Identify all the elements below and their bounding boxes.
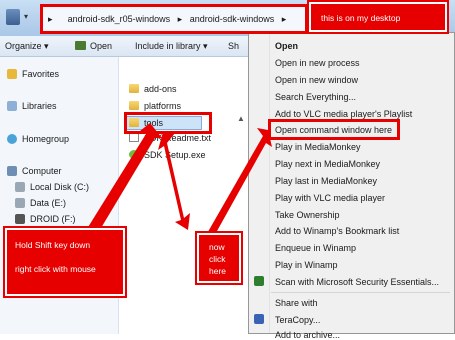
context-menu: Open Open in new process Open in new win… [248, 32, 455, 340]
folder-icon [129, 84, 139, 93]
drive-icon [15, 198, 25, 208]
tools-highlight-box [124, 112, 212, 134]
shift-instruction-note: Hold Shift key down right click with mou… [5, 228, 125, 296]
sidebar-item-local-disk[interactable]: Local Disk (C:) [15, 182, 89, 192]
menu-item-open[interactable]: Open [275, 41, 298, 51]
list-item[interactable]: SDK Setup.exe [129, 150, 206, 160]
drive-icon [15, 214, 25, 224]
menu-item-vlc-playlist[interactable]: Add to VLC media player's Playlist [275, 109, 412, 119]
folder-icon [129, 101, 139, 110]
recent-pages-chevron-icon[interactable]: ▾ [24, 12, 28, 21]
sidebar-item-favorites[interactable]: Favorites [7, 69, 59, 79]
open-button[interactable]: Open [90, 41, 112, 51]
menu-item-open-new-process[interactable]: Open in new process [275, 58, 360, 68]
address-highlight-box [40, 4, 308, 34]
menu-item-enqueue-winamp[interactable]: Enqueue in Winamp [275, 243, 356, 253]
click-here-note: now click here [197, 233, 241, 283]
menu-item-search-everything[interactable]: Search Everything... [275, 92, 356, 102]
menu-item-play-vlc[interactable]: Play with VLC media player [275, 193, 385, 203]
menu-item-open-new-window[interactable]: Open in new window [275, 75, 358, 85]
menu-item-play-mediamonkey[interactable]: Play in MediaMonkey [275, 142, 361, 152]
sidebar-item-homegroup[interactable]: Homegroup [7, 134, 69, 144]
sidebar-item-droid-drive[interactable]: DROID (F:) [15, 214, 76, 224]
menu-item-play-next-mediamonkey[interactable]: Play next in MediaMonkey [275, 159, 380, 169]
android-exe-icon [129, 150, 139, 159]
menu-separator [271, 292, 450, 293]
sidebar-item-libraries[interactable]: Libraries [7, 101, 57, 111]
menu-item-add-to-archive[interactable]: Add to archive... [275, 330, 340, 340]
text-file-icon [129, 133, 139, 142]
include-in-library-button[interactable]: Include in library ▾ [135, 41, 208, 52]
menu-item-teracopy[interactable]: TeraCopy... [275, 315, 320, 325]
teracopy-icon [254, 314, 264, 324]
command-window-highlight-box [268, 119, 400, 140]
scroll-up-icon[interactable]: ▲ [237, 114, 245, 123]
library-icon [7, 101, 17, 111]
back-icon[interactable] [6, 9, 20, 25]
list-item[interactable]: SDK Readme.txt [129, 133, 211, 143]
desktop-note: this is on my desktop [309, 2, 447, 32]
drive-icon [15, 182, 25, 192]
share-with-button[interactable]: Sh [228, 41, 239, 51]
menu-item-play-last-mediamonkey[interactable]: Play last in MediaMonkey [275, 176, 377, 186]
menu-item-take-ownership[interactable]: Take Ownership [275, 210, 340, 220]
menu-item-share-with[interactable]: Share with [275, 298, 318, 308]
open-icon [75, 41, 86, 50]
file-list: ▲ add-ons platforms tools SDK Readme.txt… [119, 57, 249, 334]
star-icon [7, 69, 17, 79]
menu-item-scan-security-essentials[interactable]: Scan with Microsoft Security Essentials.… [275, 277, 439, 287]
list-item[interactable]: add-ons [129, 84, 177, 94]
menu-item-play-winamp[interactable]: Play in Winamp [275, 260, 338, 270]
computer-icon [7, 166, 17, 176]
list-item[interactable]: platforms [129, 101, 181, 111]
menu-item-winamp-bookmark[interactable]: Add to Winamp's Bookmark list [275, 226, 399, 236]
homegroup-icon [7, 134, 17, 144]
security-essentials-icon [254, 276, 264, 286]
sidebar-item-data-drive[interactable]: Data (E:) [15, 198, 66, 208]
sidebar-item-computer[interactable]: Computer [7, 166, 62, 176]
organize-button[interactable]: Organize ▾ [5, 41, 49, 52]
